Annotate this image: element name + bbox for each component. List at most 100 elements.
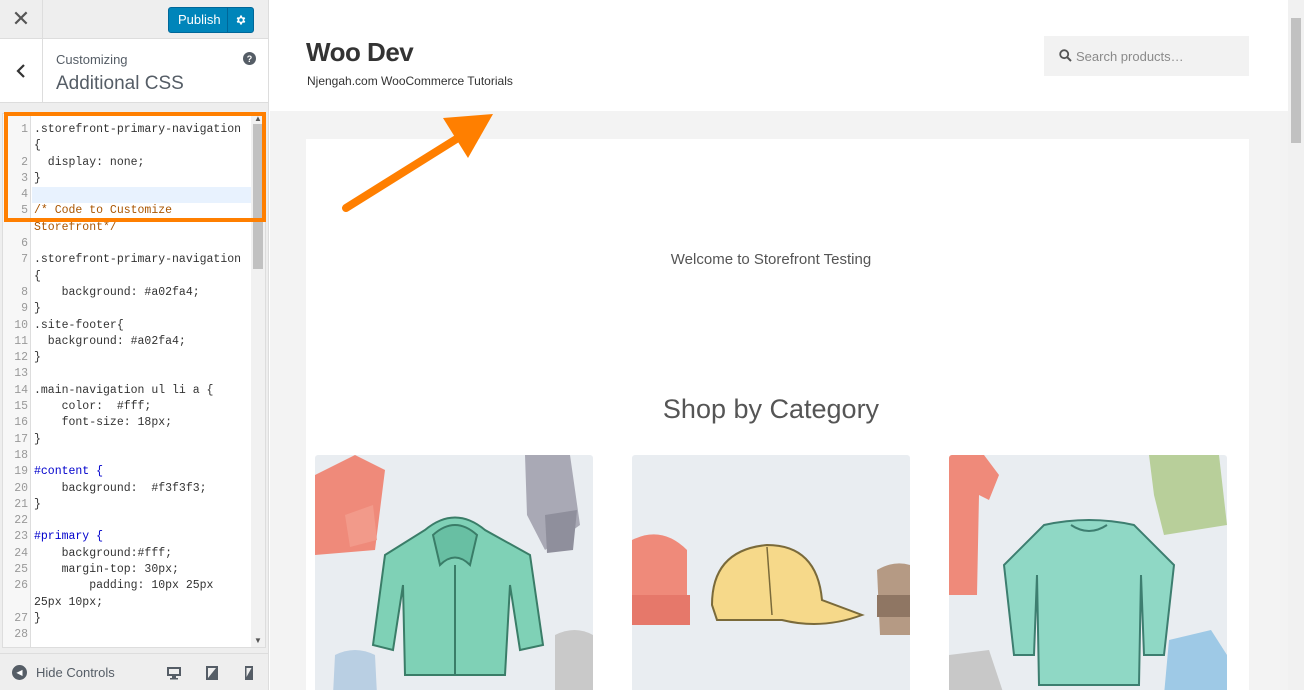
code-text: #content { [34, 465, 104, 479]
code-line[interactable]: 24 background:#fff; [14, 546, 254, 562]
code-text: { [34, 269, 41, 283]
line-number: 21 [14, 497, 28, 511]
line-number: 11 [14, 334, 28, 348]
code-line[interactable]: 8 background: #a02fa4; [21, 285, 254, 301]
site-title[interactable]: Woo Dev [306, 37, 414, 68]
site-preview: Woo Dev Njengah.com WooCommerce Tutorial… [270, 0, 1304, 690]
line-number: 6 [21, 237, 28, 251]
line-number: 20 [14, 481, 28, 495]
code-text: background: #f3f3f3; [34, 481, 207, 495]
code-line[interactable]: 16 font-size: 18px; [14, 415, 254, 431]
chevron-left-icon [16, 63, 25, 78]
code-text: margin-top: 30px; [34, 563, 179, 577]
code-text: 25px 10px; [34, 595, 104, 609]
code-line[interactable]: 18 [14, 448, 254, 464]
code-line[interactable]: 11 background: #a02fa4; [14, 334, 254, 350]
line-number: 24 [14, 546, 28, 560]
line-number: 28 [14, 628, 28, 642]
line-number: 7 [21, 253, 28, 267]
code-line[interactable]: 25 margin-top: 30px; [14, 562, 254, 578]
tablet-preview-icon[interactable] [204, 665, 220, 681]
code-line[interactable]: 19 #content { [14, 464, 254, 480]
customizer-footer: ◀ Hide Controls [0, 653, 268, 690]
search-input[interactable] [1076, 36, 1241, 76]
collapse-arrow-icon: ◀ [12, 665, 27, 680]
code-text: .storefront-primary-navigation [34, 253, 242, 267]
code-text: background: #a02fa4; [34, 285, 200, 299]
hide-controls-button[interactable]: ◀ Hide Controls [12, 665, 115, 680]
category-image-hoodies[interactable] [315, 455, 593, 690]
code-text: color: #fff; [34, 400, 152, 414]
code-text: } [34, 432, 41, 446]
code-text: } [34, 351, 41, 365]
code-line[interactable]: 9} [21, 301, 254, 317]
search-icon [1059, 49, 1072, 62]
code-line[interactable]: 6 [21, 236, 254, 252]
site-header: Woo Dev Njengah.com WooCommerce Tutorial… [270, 0, 1288, 111]
code-line[interactable]: 20 background: #f3f3f3; [14, 481, 254, 497]
line-number: 10 [14, 318, 28, 332]
publish-settings-gear-icon[interactable] [227, 8, 253, 32]
welcome-text: Welcome to Storefront Testing [670, 251, 872, 268]
close-icon: ✕ [11, 6, 31, 31]
back-button[interactable] [0, 39, 43, 102]
annotation-arrow [342, 114, 493, 212]
code-text: background:#fff; [34, 546, 173, 560]
close-customizer-button[interactable]: ✕ [0, 0, 43, 38]
line-number: 12 [14, 351, 28, 365]
code-line[interactable]: 13 [14, 366, 254, 382]
code-line[interactable]: 15 color: #fff; [14, 399, 254, 415]
code-text: padding: 10px 25px [34, 579, 214, 593]
code-line[interactable]: 25px 10px; [32, 595, 254, 611]
help-icon[interactable]: ? [243, 52, 256, 65]
category-image-tshirts[interactable] [949, 455, 1227, 690]
section-header: Customizing Additional CSS ? [0, 39, 268, 103]
desktop-preview-icon[interactable] [166, 665, 182, 681]
code-line[interactable]: Storefront*/ [32, 220, 254, 236]
line-number: 17 [14, 432, 28, 446]
code-line[interactable]: 22 [14, 513, 254, 529]
code-line[interactable]: 7 .storefront-primary-navigation [21, 252, 254, 268]
code-line[interactable]: 26 padding: 10px 25px [14, 578, 254, 594]
hide-controls-label: Hide Controls [36, 665, 115, 680]
code-line[interactable]: 10 .site-footer{ [14, 318, 254, 334]
highlight-annotation-box [4, 112, 266, 222]
code-line[interactable]: 23 #primary { [14, 529, 254, 545]
line-number: 25 [14, 563, 28, 577]
category-image-accessories[interactable] [632, 455, 910, 690]
line-number: 14 [14, 383, 28, 397]
code-text: .main-navigation ul li a { [34, 383, 214, 397]
code-line[interactable]: 17} [14, 432, 254, 448]
line-number: 13 [14, 367, 28, 381]
product-search [1044, 36, 1249, 76]
customizer-sidebar: ✕ Publish Customizing Additional CSS ? 1… [0, 0, 269, 690]
line-number: 27 [14, 611, 28, 625]
code-line[interactable]: 27} [14, 611, 254, 627]
code-line[interactable]: 28 [14, 627, 254, 643]
code-text: } [34, 611, 41, 625]
code-text: } [34, 302, 41, 316]
code-text: .site-footer{ [34, 318, 124, 332]
line-number: 22 [14, 514, 28, 528]
code-text: background: #a02fa4; [34, 334, 186, 348]
shop-by-category-heading: Shop by Category [662, 394, 880, 424]
site-tagline: Njengah.com WooCommerce Tutorials [307, 74, 513, 88]
mobile-preview-icon[interactable] [241, 665, 257, 681]
section-title: Additional CSS [56, 73, 184, 94]
line-number: 15 [14, 400, 28, 414]
publish-button[interactable]: Publish [168, 7, 254, 33]
code-line[interactable]: 14 .main-navigation ul li a { [14, 383, 254, 399]
code-text: } [34, 497, 41, 511]
code-line[interactable]: { [32, 269, 254, 285]
line-number: 9 [21, 302, 28, 316]
breadcrumb: Customizing [56, 52, 128, 67]
scroll-down-icon[interactable]: ▼ [254, 636, 262, 645]
page-scroll-thumb[interactable] [1291, 18, 1301, 143]
code-text: Storefront*/ [34, 220, 117, 234]
code-line[interactable]: 12} [14, 350, 254, 366]
line-number: 16 [14, 416, 28, 430]
line-number: 23 [14, 530, 28, 544]
code-line[interactable]: 21} [14, 497, 254, 513]
page-scrollbar[interactable] [1288, 0, 1304, 690]
line-number: 18 [14, 448, 28, 462]
